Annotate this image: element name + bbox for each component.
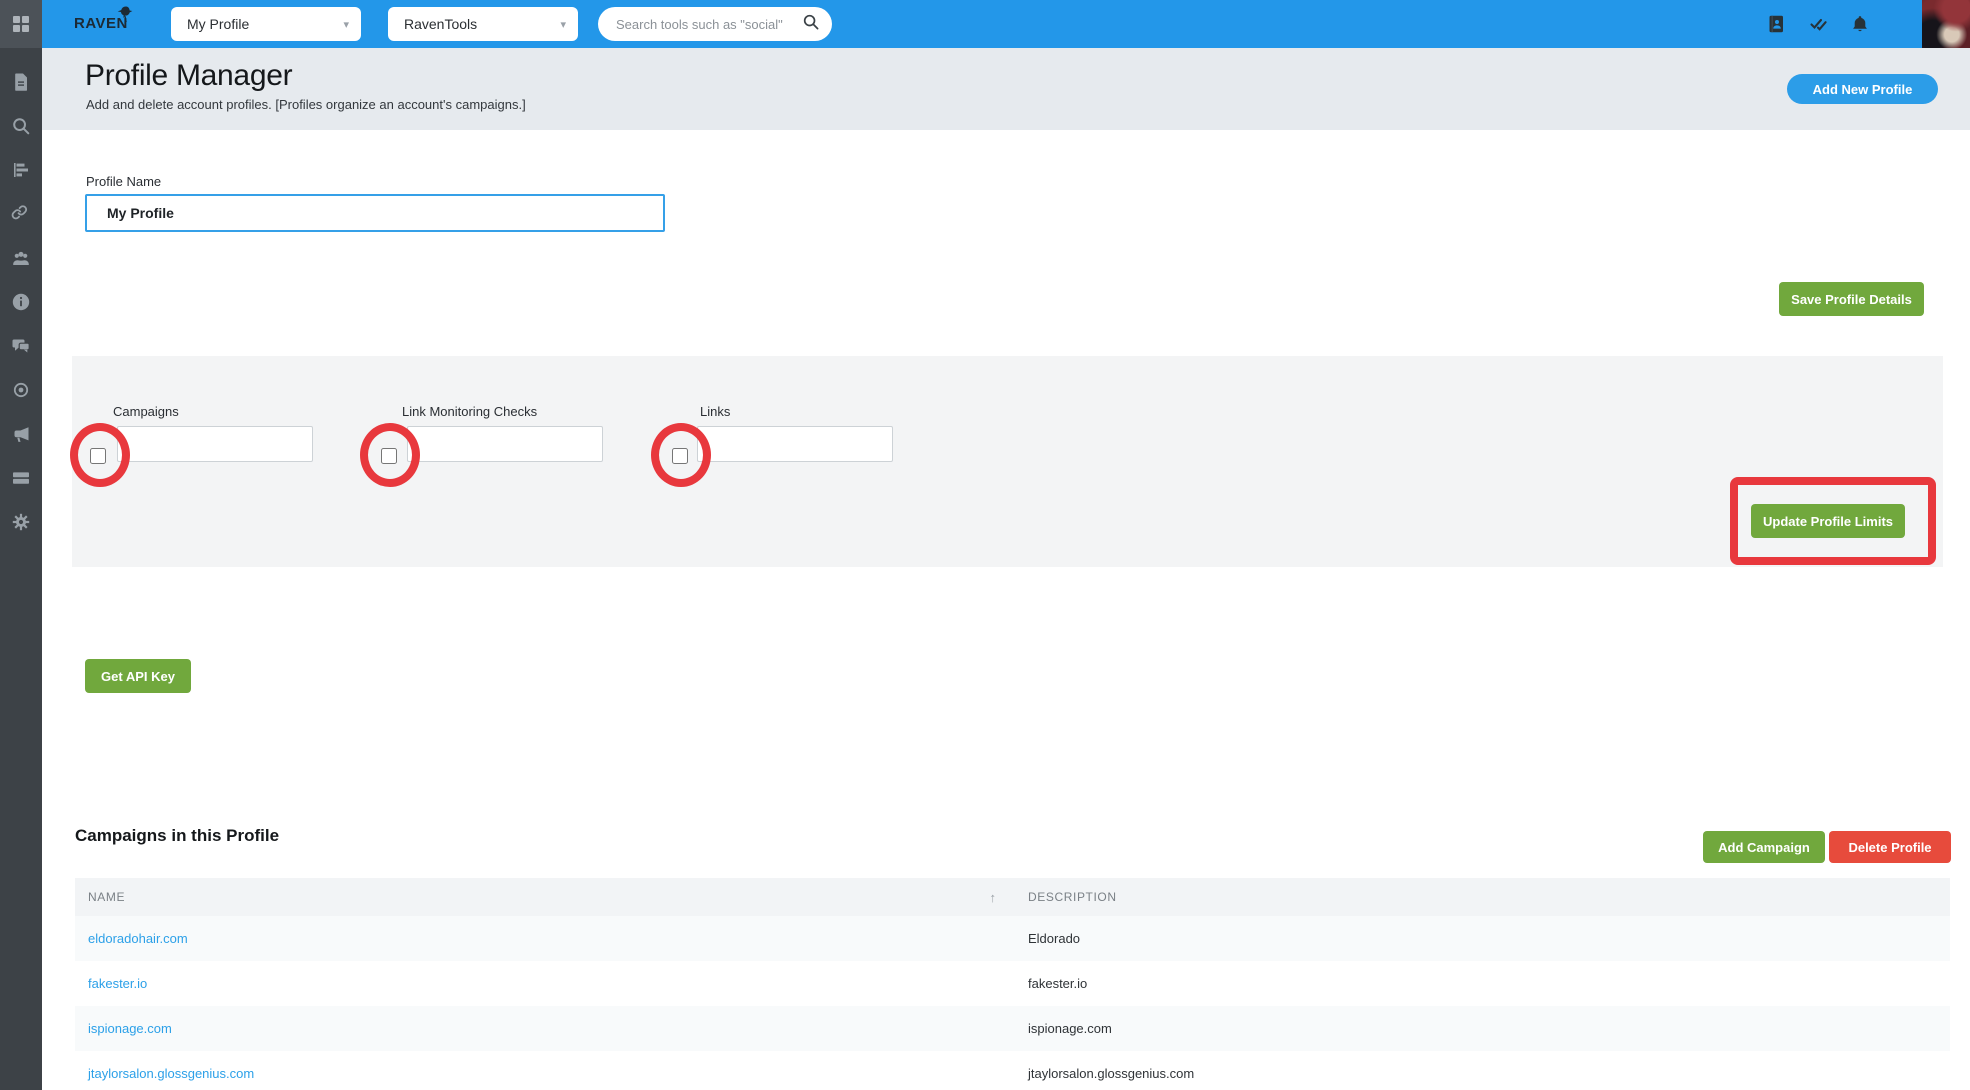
campaign-link[interactable]: fakester.io [88,976,147,991]
profile-name-input[interactable] [85,194,665,232]
delete-profile-button[interactable]: Delete Profile [1829,831,1951,863]
topbar-icons [1766,0,1870,48]
research-search-icon[interactable] [11,116,31,136]
page-header: Profile Manager Add and delete account p… [42,48,1970,130]
links-limit-label: Links [700,404,731,419]
sort-ascending-icon[interactable]: ↑ [990,890,997,905]
table-row: fakester.io fakester.io [75,961,1950,1006]
campaign-link[interactable]: jtaylorsalon.glossgenius.com [88,1066,254,1081]
campaigns-limit-checkbox[interactable] [90,448,106,464]
dashboard-grid-icon[interactable] [11,14,31,34]
campaigns-heading: Campaigns in this Profile [75,826,280,845]
save-profile-details-button[interactable]: Save Profile Details [1779,282,1924,316]
tool-search [598,7,832,41]
chevron-down-icon: ▾ [343,18,349,31]
layout-columns-icon[interactable] [11,468,31,488]
campaign-link[interactable]: ispionage.com [88,1021,172,1036]
column-header-name[interactable]: NAME [88,890,125,904]
add-new-profile-button[interactable]: Add New Profile [1787,74,1938,104]
update-profile-limits-button[interactable]: Update Profile Limits [1751,504,1905,538]
campaign-description: fakester.io [1028,976,1088,991]
campaign-description: Eldorado [1028,931,1081,946]
campaign-link[interactable]: eldoradohair.com [88,931,188,946]
page-title: Profile Manager [85,59,293,92]
profile-limits-panel: Campaigns Link Monitoring Checks Links U… [70,356,1943,567]
tools-dropdown[interactable]: RavenTools ▾ [388,7,578,41]
table-row: jtaylorsalon.glossgenius.com jtaylorsalo… [75,1051,1950,1090]
add-campaign-button[interactable]: Add Campaign [1703,831,1825,863]
tasks-check-icon[interactable] [1808,14,1828,34]
table-row: eldoradohair.com Eldorado [75,916,1950,961]
rankings-bars-icon[interactable] [11,160,31,180]
notifications-bell-icon[interactable] [1850,14,1870,34]
sidebar-item-dashboard[interactable] [0,0,42,48]
profile-dropdown[interactable]: My Profile ▾ [171,7,361,41]
column-header-description[interactable]: DESCRIPTION [1028,890,1117,904]
marketing-megaphone-icon[interactable] [11,424,31,444]
link-monitoring-limit-checkbox[interactable] [381,448,397,464]
competitors-people-icon[interactable] [11,248,31,268]
raven-logo[interactable]: RAVEN [74,0,133,48]
search-icon[interactable] [802,13,820,36]
profile-name-label: Profile Name [86,174,162,189]
campaigns-table-header: NAME ↑ DESCRIPTION [75,878,1950,916]
profile-manager-page: RAVEN My Profile ▾ RavenTools ▾ Search t… [0,0,1970,1090]
contacts-book-icon[interactable] [1766,14,1786,34]
chevron-down-icon: ▾ [560,18,566,31]
local-target-icon[interactable] [11,380,31,400]
settings-gear-icon[interactable] [11,512,31,532]
campaigns-limit-input[interactable] [117,426,313,462]
sidebar [0,0,42,1090]
info-icon[interactable] [11,292,31,312]
user-avatar[interactable] [1922,0,1970,48]
raven-bird-icon [114,5,136,34]
campaigns-limit-label: Campaigns [113,404,179,419]
table-row: ispionage.com ispionage.com [75,1006,1950,1051]
link-monitoring-limit-label: Link Monitoring Checks [402,404,538,419]
main-content: Profile Name Save Profile Details Campai… [42,130,1970,1090]
profile-dropdown-value: My Profile [187,16,250,32]
tool-search-input[interactable] [616,16,802,32]
campaigns-table: NAME ↑ DESCRIPTION eldoradohair.com Eldo… [75,878,1950,1090]
link-monitoring-limit-input[interactable] [407,426,603,462]
reports-document-icon[interactable] [11,72,31,92]
links-limit-checkbox[interactable] [672,448,688,464]
get-api-key-button[interactable]: Get API Key [85,659,191,693]
campaign-description: ispionage.com [1028,1021,1112,1036]
social-chat-icon[interactable] [11,336,31,356]
tools-dropdown-value: RavenTools [404,16,478,32]
links-limit-input[interactable] [697,426,893,462]
topbar: RAVEN My Profile ▾ RavenTools ▾ [42,0,1970,48]
links-chain-icon[interactable] [11,204,31,224]
campaign-description: jtaylorsalon.glossgenius.com [1028,1066,1195,1081]
page-subtitle: Add and delete account profiles. [Profil… [86,97,526,112]
